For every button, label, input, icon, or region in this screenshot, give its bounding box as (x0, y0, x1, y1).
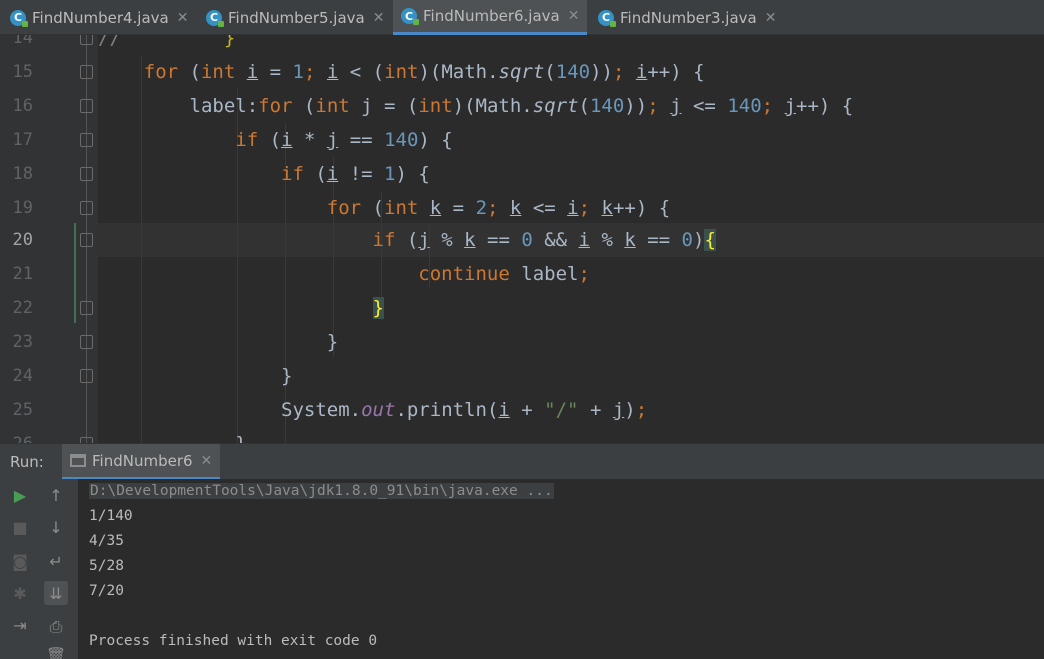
code-text: // } (98, 35, 236, 49)
code-line: 19 for (int k = 2; k <= i; k++) { (0, 191, 1044, 225)
code-line: 26 } (0, 427, 1044, 443)
java-class-icon: C (10, 9, 28, 27)
code-text: System.out.println(i + "/" + j); (98, 399, 648, 421)
run-tab-label: FindNumber6 (92, 451, 193, 470)
camera-icon[interactable]: ◙ (8, 549, 32, 573)
line-number: 22 (12, 298, 33, 318)
console-window-icon (70, 454, 86, 467)
run-panel-header: Run: FindNumber6 ✕ (0, 443, 1044, 480)
fold-marker-icon[interactable] (80, 99, 93, 113)
exit-message: Process finished with exit code 0 (89, 633, 378, 649)
tab-findnumber3[interactable]: C FindNumber3.java ✕ (598, 0, 776, 35)
code-line: 15 for (int i = 1; i < (int)(Math.sqrt(1… (0, 55, 1044, 89)
run-icon[interactable]: ▶ (8, 483, 32, 507)
code-line: 21 continue label; (0, 257, 1044, 291)
output-line: 5/28 (89, 558, 124, 574)
code-text: if (i != 1) { (281, 163, 430, 185)
tab-findnumber4[interactable]: C FindNumber4.java ✕ (10, 0, 188, 35)
stop-icon[interactable]: ■ (8, 515, 32, 539)
close-icon[interactable]: ✕ (201, 453, 213, 469)
soft-wrap-icon[interactable]: ↵ (44, 549, 68, 573)
code-line: 16 label:for (int j = (int)(Math.sqrt(14… (0, 89, 1044, 123)
code-line: 25 System.out.println(i + "/" + j); (0, 393, 1044, 427)
line-number: 26 (0, 427, 33, 443)
tab-findnumber6[interactable]: C FindNumber6.java ✕ (393, 0, 588, 35)
command-text: D:\DevelopmentTools\Java\jdk1.8.0_91\bin… (89, 483, 554, 499)
close-icon[interactable]: ✕ (765, 10, 777, 26)
java-class-icon: C (206, 9, 224, 27)
code-text: continue label; (418, 263, 590, 285)
output-line: 1/140 (89, 508, 133, 524)
down-arrow-icon[interactable]: ↓ (44, 515, 68, 539)
run-label: Run: (10, 453, 44, 471)
fold-marker-icon[interactable] (80, 65, 93, 79)
line-number: 23 (12, 332, 33, 352)
run-toolbar: ▶ ↑ ■ ↓ ◙ ↵ ✱ ⇊ ⇥ ⎙ 🗑 (0, 479, 78, 659)
exit-icon[interactable]: ⇥ (8, 613, 32, 637)
java-class-icon: C (401, 8, 419, 25)
code-line: 24 } (0, 359, 1044, 393)
print-icon[interactable]: ⎙ (44, 615, 68, 639)
line-number: 20 (12, 230, 33, 250)
line-number: 18 (12, 164, 33, 184)
fold-marker-icon[interactable] (80, 133, 93, 147)
fold-marker-icon[interactable] (80, 35, 93, 45)
line-number: 19 (12, 198, 33, 218)
fold-marker-icon[interactable] (80, 301, 93, 315)
code-line: 22 } (0, 291, 1044, 325)
debug-icon[interactable]: ✱ (8, 581, 32, 605)
code-line: 18 if (i != 1) { (0, 157, 1044, 191)
fold-marker-icon[interactable] (80, 335, 93, 349)
code-text: if (j % k == 0 && i % k == 0){ (372, 229, 716, 251)
tab-findnumber5[interactable]: C FindNumber5.java ✕ (206, 0, 384, 35)
trash-icon[interactable]: 🗑 (44, 643, 68, 659)
code-text: } (98, 427, 246, 443)
code-line: 14 // } (0, 35, 1044, 55)
up-arrow-icon[interactable]: ↑ (44, 483, 68, 507)
command-line: D:\DevelopmentTools\Java\jdk1.8.0_91\bin… (89, 481, 554, 501)
line-number: 16 (12, 96, 33, 116)
fold-marker-icon[interactable] (80, 201, 93, 215)
code-text: } (372, 297, 384, 319)
line-number: 25 (12, 400, 33, 420)
close-icon[interactable]: ✕ (177, 10, 189, 26)
scroll-to-end-icon[interactable]: ⇊ (44, 581, 68, 605)
code-line: 20 if (j % k == 0 && i % k == 0){ (0, 223, 1044, 257)
line-number: 21 (12, 264, 33, 284)
line-number: 24 (12, 366, 33, 386)
code-text: label:for (int j = (int)(Math.sqrt(140))… (98, 95, 854, 117)
line-number: 17 (12, 130, 33, 150)
fold-marker-icon[interactable] (80, 233, 93, 247)
output-line: 7/20 (89, 583, 124, 599)
code-line: 23 } (0, 325, 1044, 359)
java-class-icon: C (598, 9, 616, 27)
tab-label: FindNumber4.java (32, 8, 169, 27)
tab-label: FindNumber6.java (423, 7, 560, 25)
tab-label: FindNumber5.java (228, 8, 365, 27)
tab-label: FindNumber3.java (620, 8, 757, 27)
output-line: 4/35 (89, 533, 124, 549)
editor-tab-bar: C FindNumber4.java ✕ C FindNumber5.java … (0, 0, 1044, 35)
code-line: 17 if (i * j == 140) { (0, 123, 1044, 157)
line-number: 15 (12, 62, 33, 82)
code-text: } (98, 365, 293, 387)
console-output[interactable]: D:\DevelopmentTools\Java\jdk1.8.0_91\bin… (78, 479, 1044, 659)
fold-marker-icon[interactable] (80, 369, 93, 383)
code-text: for (int i = 1; i < (int)(Math.sqrt(140)… (143, 61, 705, 83)
code-text: } (98, 331, 339, 353)
code-editor[interactable]: 14 // } 15 for (int i = 1; i < (int)(Mat… (0, 35, 1044, 443)
code-text: for (int k = 2; k <= i; k++) { (326, 197, 671, 219)
run-tab-findnumber6[interactable]: FindNumber6 ✕ (62, 444, 221, 480)
code-text: if (i * j == 140) { (235, 129, 453, 151)
fold-marker-icon[interactable] (80, 167, 93, 181)
line-number: 14 (12, 35, 33, 48)
close-icon[interactable]: ✕ (373, 10, 385, 26)
close-icon[interactable]: ✕ (568, 8, 580, 24)
